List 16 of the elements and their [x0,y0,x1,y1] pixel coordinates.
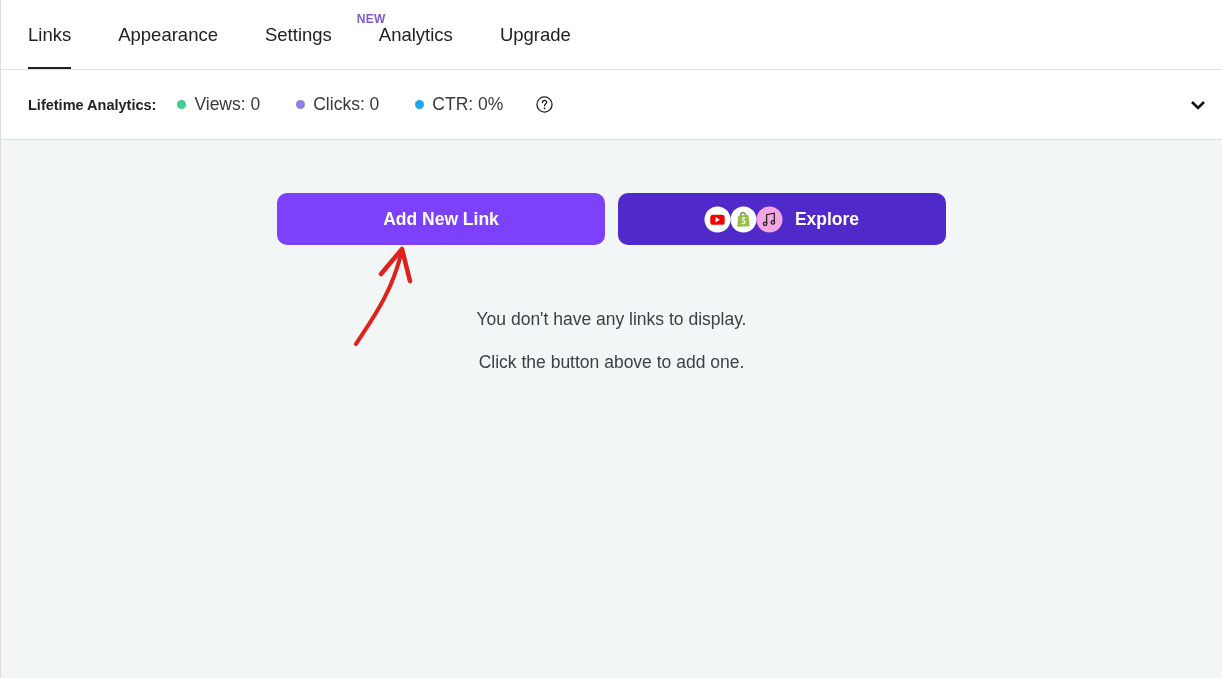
shopping-bag-icon [729,205,757,233]
empty-state-text: You don't have any links to display. [476,311,747,329]
music-note-icon [755,205,783,233]
stat-text: Clicks: 0 [313,94,380,115]
empty-state-text: Click the button above to add one. [478,353,745,371]
nav-tab[interactable]: Upgrade [499,0,571,69]
help-icon[interactable] [536,96,554,113]
analytics-title: Lifetime Analytics: [28,96,157,113]
explore-button[interactable]: Explore [618,193,946,245]
nav-tab[interactable]: Appearance [118,0,218,69]
nav-tab[interactable]: Settings [265,0,332,69]
add-link-button[interactable]: Add New Link [277,193,605,245]
stat-text: CTR: 0% [432,94,504,115]
stat-text: Views: 0 [194,94,261,115]
chevron-icon[interactable] [1190,98,1206,111]
play-button-icon [703,205,731,233]
